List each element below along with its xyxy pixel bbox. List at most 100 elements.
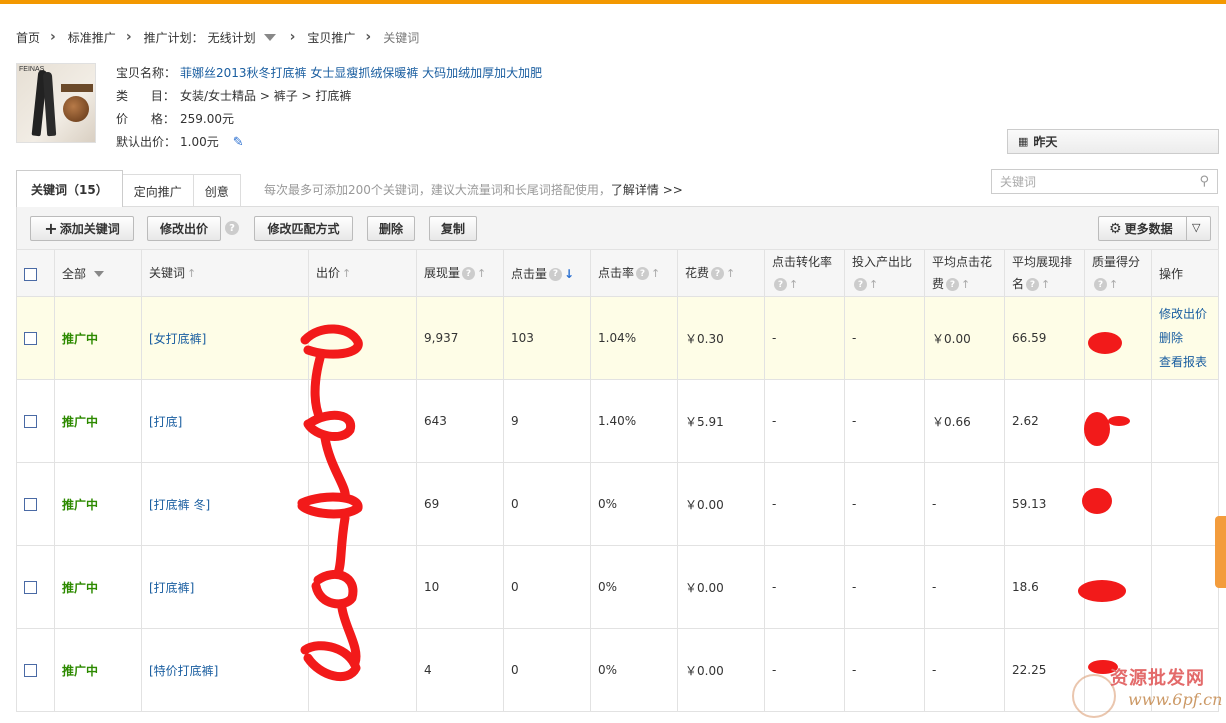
row-checkbox[interactable] xyxy=(24,415,37,428)
caret-down-icon[interactable] xyxy=(263,33,276,41)
question-icon[interactable]: ? xyxy=(1026,278,1040,291)
search-icon[interactable]: ⚲ xyxy=(1199,174,1209,189)
breadcrumb-item-promo[interactable]: 宝贝推广 xyxy=(307,29,355,46)
row-checkbox-cell xyxy=(16,628,55,712)
breadcrumb-plan-label: 推广计划： xyxy=(143,30,204,45)
row-delete-link[interactable]: 删除 xyxy=(1159,326,1218,350)
row-ops: 修改出价 删除 查看报表 xyxy=(1151,296,1219,380)
header-all-label: 全部 xyxy=(62,266,87,281)
product-image[interactable]: FEINAS xyxy=(16,63,96,143)
modify-bid-button[interactable]: 修改出价 xyxy=(147,216,221,241)
question-icon[interactable]: ? xyxy=(636,267,650,280)
header-impressions[interactable]: 展现量? ↑ xyxy=(416,249,504,297)
row-checkbox[interactable] xyxy=(24,581,37,594)
row-roi: - xyxy=(844,379,925,463)
row-ctr: 1.04% xyxy=(590,296,678,380)
sort-arrow-icon: ↑ xyxy=(187,267,197,280)
row-bid[interactable] xyxy=(308,462,417,546)
table-row[interactable]: 推广中 [打底裤 冬] 69 0 0% ￥0.00 - - - 59.13 xyxy=(16,462,1219,546)
breadcrumb-standard[interactable]: 标准推广 xyxy=(68,29,116,46)
date-selector-label: 昨天 xyxy=(1033,135,1058,149)
tab-keywords[interactable]: 关键词（15） xyxy=(16,170,123,207)
row-bid[interactable] xyxy=(308,628,417,712)
row-modify-bid-link[interactable]: 修改出价 xyxy=(1159,302,1218,326)
tab-creative[interactable]: 创意 xyxy=(192,174,241,207)
header-quality[interactable]: 质量得分? ↑ xyxy=(1084,249,1152,297)
header-avg-cpc[interactable]: 平均点击花费? ↑ xyxy=(924,249,1005,297)
plan-selector[interactable]: 无线计划 xyxy=(208,29,256,46)
breadcrumb-current: 关键词 xyxy=(383,30,420,45)
header-roi[interactable]: 投入产出比? ↑ xyxy=(844,249,925,297)
question-icon[interactable]: ? xyxy=(1094,278,1107,291)
table-row[interactable]: 推广中 [打底裤] 10 0 0% ￥0.00 - - - 18.6 xyxy=(16,545,1219,629)
chevron-right-icon: › xyxy=(125,29,132,45)
table-row[interactable]: 推广中 [打底] 643 9 1.40% ￥5.91 - - ￥0.66 2.6… xyxy=(16,379,1219,463)
table-row[interactable]: 推广中 [女打底裤] 9,937 103 1.04% ￥0.30 - - ￥0.… xyxy=(16,296,1219,380)
table-row[interactable]: 推广中 [特价打底裤] 4 0 0% ￥0.00 - - - 22.25 xyxy=(16,628,1219,712)
header-cost[interactable]: 花费? ↑ xyxy=(677,249,765,297)
sort-arrow-icon: ↑ xyxy=(1109,278,1119,291)
chevron-right-icon: › xyxy=(289,29,296,45)
row-keyword[interactable]: [打底裤] xyxy=(141,545,309,629)
row-keyword[interactable]: [打底] xyxy=(141,379,309,463)
row-bid[interactable] xyxy=(308,296,417,380)
search-input[interactable] xyxy=(1000,174,1190,189)
row-keyword[interactable]: [女打底裤] xyxy=(141,296,309,380)
row-roi: - xyxy=(844,462,925,546)
question-icon[interactable]: ? xyxy=(462,267,476,280)
question-icon[interactable]: ? xyxy=(225,221,239,235)
header-ctr[interactable]: 点击率? ↑ xyxy=(590,249,678,297)
header-keyword[interactable]: 关键词 ↑ xyxy=(141,249,309,297)
header-impressions-label: 展现量 xyxy=(424,266,461,280)
row-checkbox[interactable] xyxy=(24,498,37,511)
question-icon[interactable]: ? xyxy=(946,278,960,291)
header-avg-rank[interactable]: 平均展现排名? ↑ xyxy=(1004,249,1085,297)
header-all[interactable]: 全部 xyxy=(54,249,142,297)
row-cost: ￥0.30 xyxy=(677,296,765,380)
row-keyword[interactable]: [打底裤 冬] xyxy=(141,462,309,546)
row-ctr: 0% xyxy=(590,628,678,712)
question-icon[interactable]: ? xyxy=(711,267,725,280)
header-select-all xyxy=(16,249,55,297)
row-impressions: 9,937 xyxy=(416,296,504,380)
breadcrumb-home[interactable]: 首页 xyxy=(16,29,40,46)
delete-button[interactable]: 删除 xyxy=(367,216,415,241)
row-cost: ￥0.00 xyxy=(677,462,765,546)
add-keyword-button[interactable]: + 添加关键词 xyxy=(30,216,134,241)
row-checkbox-cell xyxy=(16,545,55,629)
feedback-side-tab[interactable] xyxy=(1215,516,1226,588)
tip-message: 每次最多可添加200个关键词，建议大流量词和长尾词搭配使用， xyxy=(264,183,611,197)
breadcrumb: 首页 › 标准推广 › 推广计划： 无线计划 › 宝贝推广 › 关键词 xyxy=(16,28,429,46)
row-bid[interactable] xyxy=(308,379,417,463)
question-icon[interactable]: ? xyxy=(549,267,563,281)
date-selector[interactable]: ▦ 昨天 xyxy=(1007,129,1219,154)
header-conversion[interactable]: 点击转化率? ↑ xyxy=(764,249,845,297)
sort-arrow-icon: ↑ xyxy=(342,267,352,280)
row-view-report-link[interactable]: 查看报表 xyxy=(1159,350,1218,374)
row-ops xyxy=(1151,628,1219,712)
chevron-down-icon[interactable]: ▽ xyxy=(1192,221,1200,234)
more-data-button[interactable]: ⚙ 更多数据 ▽ xyxy=(1098,216,1211,241)
row-bid[interactable] xyxy=(308,545,417,629)
product-category-label: 类 目： xyxy=(116,89,175,103)
product-name-link[interactable]: 菲娜丝2013秋冬打底裤 女士显瘦抓绒保暖裤 大码加绒加厚加大加肥 xyxy=(180,62,542,85)
sort-arrow-icon: ↑ xyxy=(477,267,487,280)
row-roi: - xyxy=(844,545,925,629)
question-icon[interactable]: ? xyxy=(854,278,867,291)
row-checkbox[interactable] xyxy=(24,664,37,677)
row-ops xyxy=(1151,379,1219,463)
tip-learn-more-link[interactable]: 了解详情 >> xyxy=(611,183,683,197)
modify-match-button[interactable]: 修改匹配方式 xyxy=(254,216,353,241)
header-bid[interactable]: 出价 ↑ xyxy=(308,249,417,297)
row-impressions: 643 xyxy=(416,379,504,463)
copy-button[interactable]: 复制 xyxy=(429,216,477,241)
pencil-icon[interactable]: ✎ xyxy=(233,131,244,154)
question-icon[interactable]: ? xyxy=(774,278,787,291)
row-avg-cpc: - xyxy=(924,545,1005,629)
tab-targeting[interactable]: 定向推广 xyxy=(121,174,194,207)
select-all-checkbox[interactable] xyxy=(24,267,37,281)
row-keyword[interactable]: [特价打底裤] xyxy=(141,628,309,712)
row-checkbox[interactable] xyxy=(24,332,37,345)
header-clicks[interactable]: 点击量? ↓ xyxy=(503,249,591,297)
row-ops xyxy=(1151,545,1219,629)
